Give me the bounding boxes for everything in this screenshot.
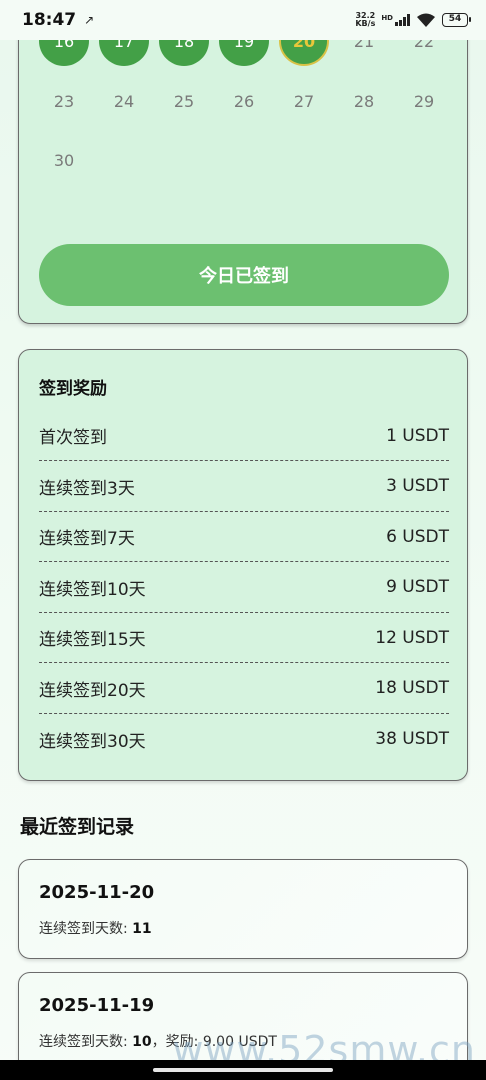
status-time: 18:47 [22, 10, 77, 30]
rewards-title: 签到奖励 [39, 379, 107, 399]
reward-row: 连续签到30天 38 USDT [39, 714, 449, 764]
calendar-day-30[interactable]: 30 [39, 135, 89, 185]
reward-value: 6 USDT [386, 526, 449, 547]
record-detail: 连续签到天数: 11 [39, 921, 152, 937]
network-badge: HD [381, 14, 393, 22]
net-speed: 32.2 KB/s [355, 11, 376, 28]
wifi-icon [417, 13, 435, 27]
reward-row: 连续签到10天 9 USDT [39, 563, 449, 613]
record-card: 2025-11-20 连续签到天数: 11 [18, 859, 468, 959]
calendar-day-25[interactable]: 25 [159, 76, 209, 126]
status-bar: 18:47 ↗ 32.2 KB/s HD 54 [0, 0, 486, 40]
reward-value: 1 USDT [386, 425, 449, 446]
calendar-day-28[interactable]: 28 [339, 76, 389, 126]
calendar-day-24[interactable]: 24 [99, 76, 149, 126]
notification-icon: ↗ [84, 13, 95, 27]
reward-label: 首次签到 [39, 428, 107, 448]
reward-label: 连续签到30天 [39, 731, 146, 752]
reward-label: 连续签到20天 [39, 680, 146, 701]
reward-row: 连续签到3天 3 USDT [39, 462, 449, 512]
record-date: 2025-11-19 [39, 995, 155, 1016]
signal-icon [395, 14, 410, 26]
reward-value: 12 USDT [375, 627, 449, 648]
records-section-title: 最近签到记录 [20, 816, 135, 838]
battery-icon: 54 [442, 13, 471, 27]
reward-row: 首次签到 1 USDT [39, 411, 449, 461]
status-icons: 32.2 KB/s HD 54 [355, 11, 471, 28]
reward-value: 9 USDT [386, 577, 449, 597]
record-streak: 11 [132, 921, 152, 937]
reward-label: 连续签到15天 [39, 630, 146, 650]
reward-label: 连续签到10天 [39, 579, 146, 600]
record-streak: 10 [132, 1034, 152, 1050]
calendar-day-27[interactable]: 27 [279, 76, 329, 126]
reward-row: 连续签到7天 6 USDT [39, 512, 449, 562]
calendar-day-23[interactable]: 23 [39, 76, 89, 126]
calendar-day-29[interactable]: 29 [399, 76, 449, 126]
calendar-card: 16 17 18 19 20 21 22 23 24 25 26 27 28 29 30 今日已签到 [18, 0, 468, 324]
reward-value: 3 USDT [386, 476, 449, 496]
reward-value: 38 USDT [375, 729, 449, 749]
reward-label: 连续签到3天 [39, 478, 135, 499]
record-date: 2025-11-20 [39, 882, 155, 903]
rewards-card: 签到奖励 首次签到 1 USDT 连续签到3天 3 USDT 连续签到7天 6 USDT 连… [18, 349, 468, 781]
reward-label: 连续签到7天 [39, 529, 135, 549]
reward-row: 连续签到15天 12 USDT [39, 613, 449, 663]
home-gesture-handle[interactable] [153, 1068, 333, 1072]
reward-value: 18 USDT [375, 678, 449, 698]
reward-row: 连续签到20天 18 USDT [39, 664, 449, 714]
checkin-button[interactable]: 今日已签到 [39, 244, 449, 306]
calendar-day-26[interactable]: 26 [219, 76, 269, 126]
